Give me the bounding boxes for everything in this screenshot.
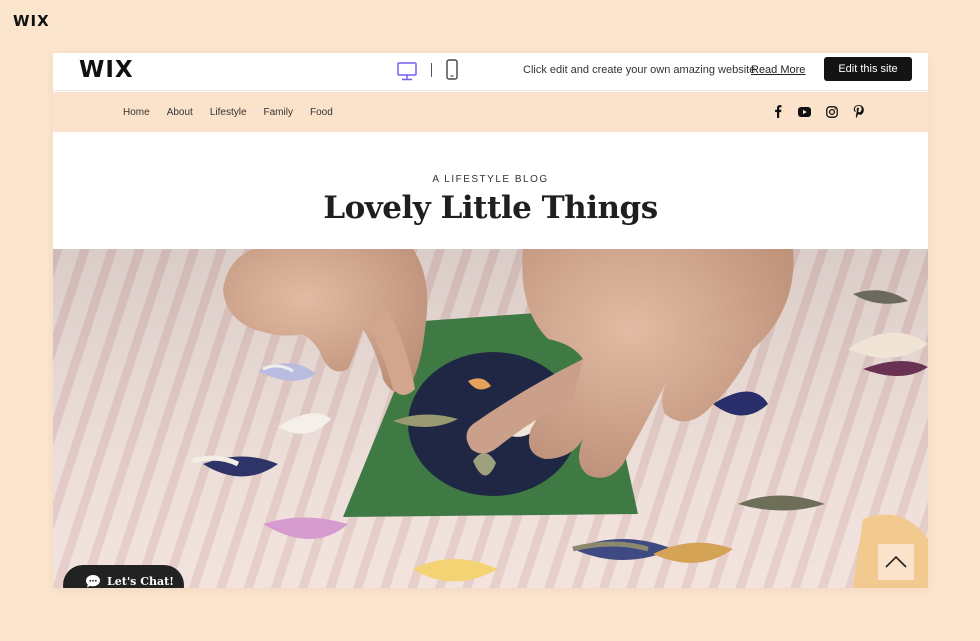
- social-bar: [771, 105, 865, 118]
- nav-item-about[interactable]: About: [167, 107, 193, 118]
- nav-item-home[interactable]: Home: [123, 107, 150, 118]
- read-more-link[interactable]: Read More: [751, 64, 805, 76]
- site-navigation: Home About Lifestyle Family Food: [53, 92, 928, 132]
- wix-corner-logo: WIX: [13, 12, 50, 30]
- banner-message: Click edit and create your own amazing w…: [523, 64, 756, 76]
- edit-site-button[interactable]: Edit this site: [824, 57, 912, 81]
- chat-label: Let's Chat!: [107, 575, 174, 588]
- nav-menu: Home About Lifestyle Family Food: [123, 92, 333, 132]
- chevron-up-icon: [885, 556, 907, 568]
- nav-item-food[interactable]: Food: [310, 107, 333, 118]
- hero-image: [53, 249, 928, 588]
- scroll-to-top-button[interactable]: [878, 544, 914, 580]
- desktop-icon[interactable]: [397, 60, 417, 82]
- youtube-icon[interactable]: [798, 105, 811, 118]
- chat-button[interactable]: Let's Chat!: [63, 565, 184, 588]
- pinterest-icon[interactable]: [852, 105, 865, 118]
- blog-header: A LIFESTYLE BLOG Lovely Little Things: [53, 132, 928, 249]
- chat-bubble-icon: [86, 575, 100, 588]
- site-preview-frame: WIX Click edit and create your own amazi…: [53, 53, 928, 588]
- nav-item-family[interactable]: Family: [264, 107, 293, 118]
- wix-top-banner: WIX Click edit and create your own amazi…: [53, 53, 928, 91]
- instagram-icon[interactable]: [825, 105, 838, 118]
- nav-item-lifestyle[interactable]: Lifestyle: [210, 107, 247, 118]
- wix-logo[interactable]: WIX: [79, 57, 134, 83]
- mobile-icon[interactable]: [445, 59, 459, 81]
- facebook-icon[interactable]: [771, 105, 784, 118]
- blog-title: Lovely Little Things: [323, 190, 658, 226]
- device-separator: [431, 63, 432, 77]
- blog-tagline: A LIFESTYLE BLOG: [432, 174, 549, 185]
